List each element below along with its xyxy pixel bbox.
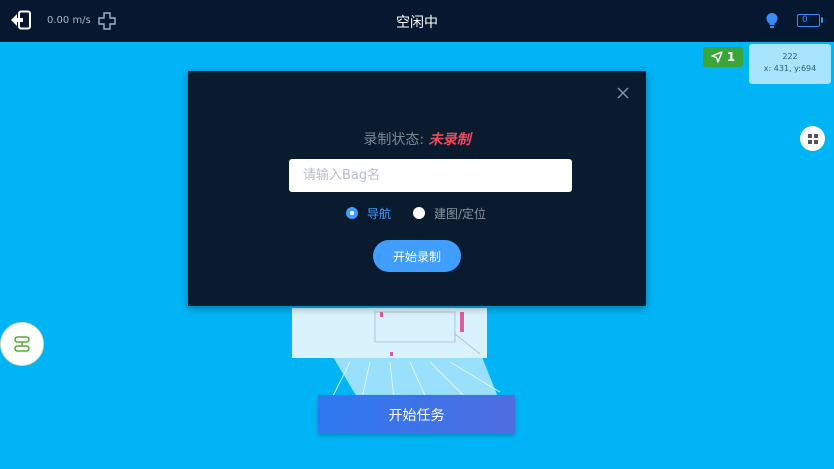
radio-mapping-label: 建图/定位 <box>434 206 487 221</box>
radio-unselected-dot <box>413 207 426 219</box>
speed-readout: 0.00 m/s <box>47 15 91 26</box>
robot-count-badge[interactable]: 1 <box>703 47 743 67</box>
radio-navigation-label: 导航 <box>367 206 392 221</box>
coordinate-id: 222 <box>782 52 798 61</box>
record-status: 录制状态: 未录制 <box>188 129 646 149</box>
battery-cell <box>797 14 820 27</box>
navigation-arrow-icon <box>711 51 723 63</box>
start-task-button[interactable]: 开始任务 <box>318 395 515 434</box>
mode-radio-group: 导航 建图/定位 <box>346 204 508 222</box>
exit-icon[interactable] <box>10 10 32 30</box>
status-title: 空闲中 <box>396 15 438 31</box>
record-bag-dialog: 录制状态: 未录制 导航 建图/定位 开始录制 <box>188 71 646 306</box>
route-icon <box>14 336 30 352</box>
dpad-icon[interactable] <box>98 12 116 30</box>
robot-count: 1 <box>726 50 736 64</box>
grid-menu-icon <box>807 133 818 144</box>
top-bar: 0.00 m/s 空闲中 0 <box>0 0 834 42</box>
radio-selected-dot <box>346 207 358 219</box>
battery-nub <box>821 17 823 23</box>
record-status-value: 未录制 <box>428 132 471 148</box>
grid-menu-button[interactable] <box>800 126 825 151</box>
coordinate-readout: 222 x: 431, y:694 <box>749 44 831 84</box>
battery-level: 0 <box>802 15 808 25</box>
record-status-label: 录制状态: <box>363 132 425 148</box>
route-button[interactable] <box>0 322 44 366</box>
close-icon[interactable] <box>616 86 630 100</box>
radio-mapping[interactable]: 建图/定位 <box>413 205 486 222</box>
start-recording-button[interactable]: 开始录制 <box>373 240 461 272</box>
radio-navigation[interactable]: 导航 <box>346 205 391 222</box>
bulb-icon[interactable] <box>765 12 779 30</box>
battery-icon: 0 <box>797 13 823 27</box>
coordinate-xy: x: 431, y:694 <box>763 64 817 73</box>
bag-name-input[interactable] <box>289 159 572 192</box>
